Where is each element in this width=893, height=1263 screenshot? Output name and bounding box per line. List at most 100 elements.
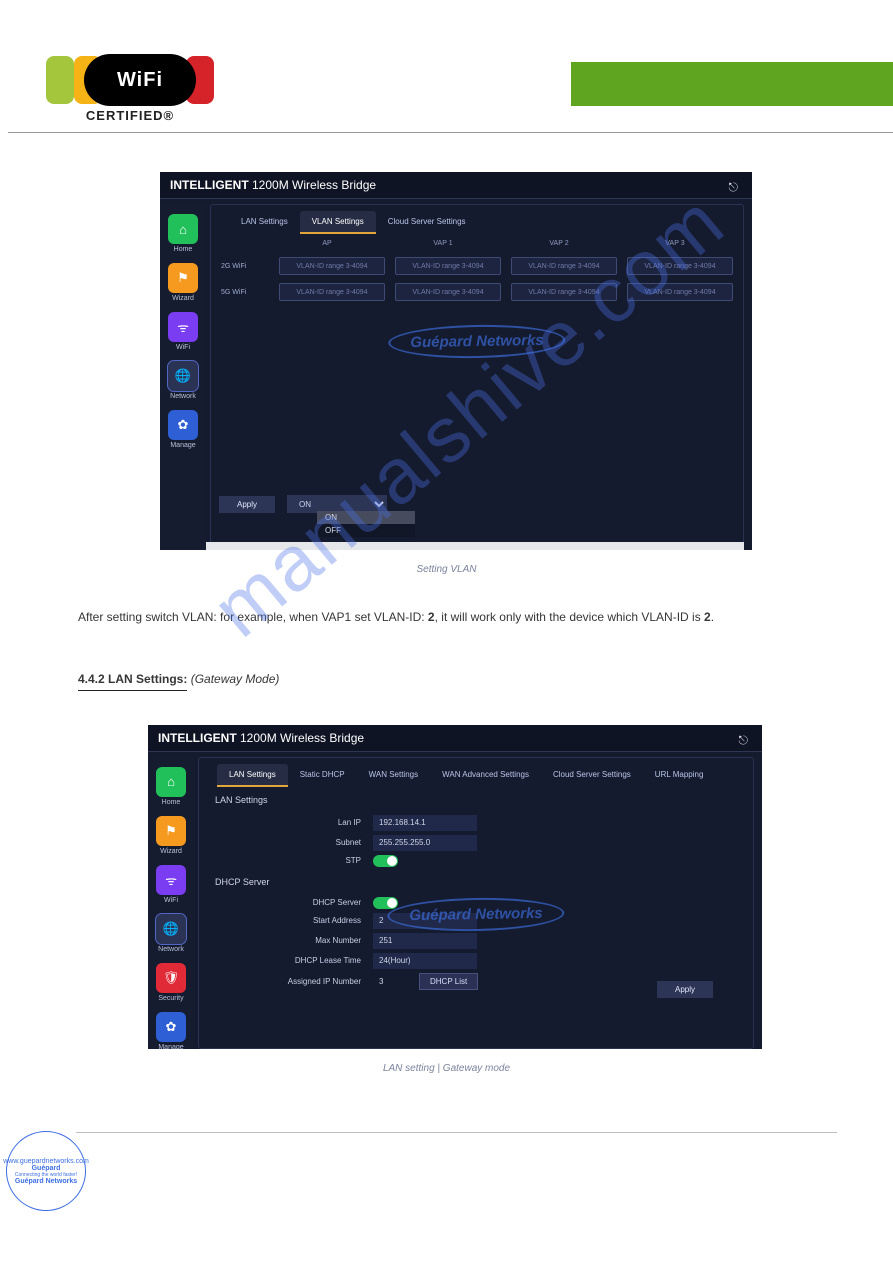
- vlan-2g-vap1[interactable]: VLAN-ID range 3-4094: [395, 257, 501, 275]
- col-ap: AP: [269, 240, 385, 247]
- scrollbar-area: [206, 542, 744, 550]
- screenshot-lan-settings: INTELLIGENT 1200M Wireless Bridge ⎋ ⌂ Hom…: [148, 725, 762, 1049]
- nav-wifi-icon[interactable]: ᯤ: [156, 865, 186, 895]
- lan-ip-input[interactable]: 192.168.14.1: [373, 815, 477, 831]
- caption-lan-gateway: LAN setting | Gateway mode: [0, 1063, 893, 1074]
- group-lan-settings: LAN Settings: [207, 791, 745, 809]
- nav-security-icon[interactable]: 🛡: [156, 963, 186, 993]
- tab-lan-settings[interactable]: LAN Settings: [217, 764, 288, 787]
- main-panel: LAN Settings Static DHCP WAN Settings WA…: [198, 757, 754, 1049]
- stamp-url: www.guepardnetworks.com: [3, 1158, 89, 1165]
- dropdown-off[interactable]: OFF: [317, 524, 415, 537]
- sidebar: ⌂ Home ⚑ Wizard ᯤ WiFi 🌐 Network 🛡 Security ✿…: [148, 757, 194, 1049]
- nav-manage-icon[interactable]: ✿: [168, 410, 198, 440]
- logout-icon[interactable]: ⎋: [739, 733, 749, 748]
- body-text-b: 2: [428, 610, 435, 624]
- screenshot-vlan-settings: INTELLIGENT 1200M Wireless Bridge ⎋ ⌂ Hom…: [160, 172, 752, 550]
- dhcp-list-button[interactable]: DHCP List: [419, 973, 478, 990]
- vlan-2g-vap3[interactable]: VLAN-ID range 3-4094: [627, 257, 733, 275]
- guepard-stamp: www.guepardnetworks.com Guépard Connecti…: [6, 1131, 86, 1211]
- on-off-dropdown: ON OFF: [317, 511, 415, 537]
- vlan-5g-vap2[interactable]: VLAN-ID range 3-4094: [511, 283, 617, 301]
- col-vap3: VAP 3: [617, 240, 733, 247]
- max-number-input[interactable]: 251: [373, 933, 477, 949]
- page-header: WiFi CERTIFIED®: [0, 0, 893, 132]
- watermark-guepard: Guépard Networks: [388, 323, 566, 359]
- body-text-c: , it will work only with the device whic…: [435, 610, 704, 624]
- max-number-label: Max Number: [207, 936, 373, 945]
- caption-setting-vlan: Setting VLAN: [0, 564, 893, 575]
- start-address-label: Start Address: [207, 916, 373, 925]
- stp-toggle[interactable]: [373, 855, 398, 867]
- assigned-ip-label: Assigned IP Number: [207, 977, 373, 986]
- row-5g-label: 5G WiFi: [221, 289, 269, 296]
- nav-manage-label: Manage: [160, 442, 206, 449]
- dhcp-server-label: DHCP Server: [207, 898, 373, 907]
- lease-time-select[interactable]: 24(Hour): [373, 953, 477, 969]
- vlan-2g-vap2[interactable]: VLAN-ID range 3-4094: [511, 257, 617, 275]
- nav-home-icon[interactable]: ⌂: [156, 767, 186, 797]
- heading-lan-settings: 4.4.2 LAN Settings:: [78, 669, 187, 690]
- subnet-input[interactable]: 255.255.255.0: [373, 835, 477, 851]
- apply-bar: Apply ON: [211, 495, 743, 513]
- nav-network-icon[interactable]: 🌐: [156, 914, 186, 944]
- main-panel: LAN Settings VLAN Settings Cloud Server …: [210, 204, 744, 550]
- nav-home-label: Home: [160, 246, 206, 253]
- row-2g-wifi: 2G WiFi VLAN-ID range 3-4094 VLAN-ID ran…: [211, 253, 743, 279]
- nav-wizard-icon[interactable]: ⚑: [168, 263, 198, 293]
- tab-cloud-settings[interactable]: Cloud Server Settings: [376, 211, 478, 234]
- nav-manage-label: Manage: [148, 1044, 194, 1049]
- lan-ip-label: Lan IP: [207, 818, 373, 827]
- nav-manage-icon[interactable]: ✿: [156, 1012, 186, 1042]
- gateway-mode-note: (Gateway Mode): [191, 672, 280, 686]
- nav-wizard-icon[interactable]: ⚑: [156, 816, 186, 846]
- vlan-column-headers: AP VAP 1 VAP 2 VAP 3: [211, 234, 743, 253]
- nav-wifi-label: WiFi: [160, 344, 206, 351]
- wifi-certified-logo: WiFi CERTIFIED®: [38, 56, 222, 126]
- stamp-company: Guépard Networks: [15, 1178, 77, 1185]
- nav-home-icon[interactable]: ⌂: [168, 214, 198, 244]
- assigned-ip-value: 3: [373, 977, 397, 986]
- nav-network-label: Network: [148, 946, 194, 953]
- app-title: INTELLIGENT 1200M Wireless Bridge: [148, 725, 762, 752]
- nav-network-icon[interactable]: 🌐: [168, 361, 198, 391]
- tab-lan-settings[interactable]: LAN Settings: [229, 211, 300, 234]
- nav-home-label: Home: [148, 799, 194, 806]
- tabs: LAN Settings Static DHCP WAN Settings WA…: [199, 758, 753, 787]
- body-text-e: .: [711, 610, 714, 624]
- wifi-logo-text: WiFi: [117, 69, 163, 92]
- dropdown-on[interactable]: ON: [317, 511, 415, 524]
- vlan-2g-ap[interactable]: VLAN-ID range 3-4094: [279, 257, 385, 275]
- header-divider: [8, 132, 893, 133]
- tab-cloud-settings[interactable]: Cloud Server Settings: [541, 764, 643, 787]
- subnet-label: Subnet: [207, 838, 373, 847]
- tab-vlan-settings[interactable]: VLAN Settings: [300, 211, 376, 234]
- body-text-d: 2: [704, 610, 711, 624]
- row-2g-label: 2G WiFi: [221, 263, 269, 270]
- app-title: INTELLIGENT 1200M Wireless Bridge: [160, 172, 752, 199]
- certified-text: CERTIFIED®: [38, 108, 222, 123]
- header-green-bar: [571, 62, 893, 106]
- nav-network-label: Network: [160, 393, 206, 400]
- nav-wifi-icon[interactable]: ᯤ: [168, 312, 198, 342]
- apply-button[interactable]: Apply: [219, 496, 275, 513]
- col-vap2: VAP 2: [501, 240, 617, 247]
- nav-security-label: Security: [148, 995, 194, 1002]
- body-text-a: After setting switch VLAN: for example, …: [78, 610, 428, 624]
- app-title-bold: INTELLIGENT: [170, 178, 249, 192]
- vlan-5g-vap1[interactable]: VLAN-ID range 3-4094: [395, 283, 501, 301]
- vlan-5g-ap[interactable]: VLAN-ID range 3-4094: [279, 283, 385, 301]
- apply-button[interactable]: Apply: [657, 981, 713, 998]
- row-5g-wifi: 5G WiFi VLAN-ID range 3-4094 VLAN-ID ran…: [211, 279, 743, 305]
- tab-url-mapping[interactable]: URL Mapping: [643, 764, 716, 787]
- tab-static-dhcp[interactable]: Static DHCP: [288, 764, 357, 787]
- nav-wifi-label: WiFi: [148, 897, 194, 904]
- nav-wizard-label: Wizard: [148, 848, 194, 855]
- dhcp-server-toggle[interactable]: [373, 897, 398, 909]
- vlan-5g-vap3[interactable]: VLAN-ID range 3-4094: [627, 283, 733, 301]
- logout-icon[interactable]: ⎋: [729, 180, 739, 195]
- tab-wan-settings[interactable]: WAN Settings: [357, 764, 431, 787]
- col-vap1: VAP 1: [385, 240, 501, 247]
- stp-label: STP: [207, 856, 373, 865]
- tab-wan-advanced[interactable]: WAN Advanced Settings: [430, 764, 541, 787]
